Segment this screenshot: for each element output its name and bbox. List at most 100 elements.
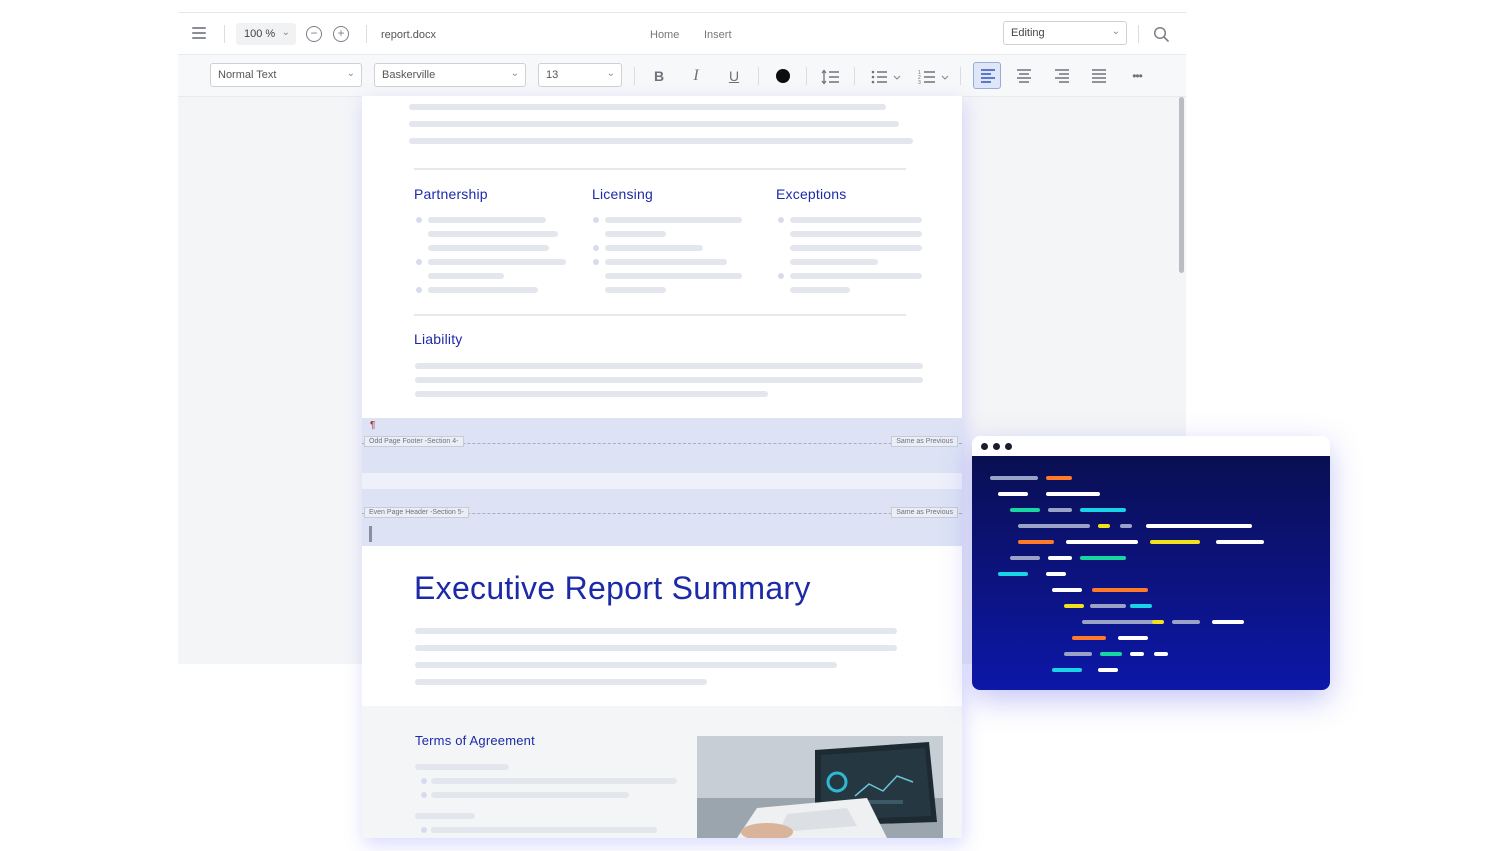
heading-exceptions: Exceptions bbox=[776, 186, 847, 202]
text-placeholder bbox=[409, 121, 899, 127]
more-options-icon[interactable]: ••• bbox=[1126, 66, 1148, 86]
text-placeholder bbox=[415, 813, 475, 819]
bullet bbox=[593, 217, 599, 223]
code-token bbox=[1046, 476, 1072, 480]
document-filename[interactable]: report.docx bbox=[381, 29, 436, 41]
justify-icon[interactable] bbox=[1090, 67, 1108, 85]
divider bbox=[224, 25, 225, 43]
top-bar: 100 % ⌄ − + report.docx Home Insert Edit… bbox=[178, 13, 1186, 55]
text-placeholder bbox=[415, 645, 897, 651]
paragraph-style-value: Normal Text bbox=[218, 69, 277, 81]
divider bbox=[414, 168, 906, 170]
paragraph-style-select[interactable]: Normal Text ⌄ bbox=[210, 63, 362, 87]
text-placeholder bbox=[605, 287, 666, 293]
code-editor-window bbox=[972, 436, 1330, 690]
code-token bbox=[1080, 508, 1126, 512]
text-placeholder bbox=[605, 231, 666, 237]
code-token bbox=[1118, 636, 1148, 640]
odd-page-footer-band[interactable]: ¶ Odd Page Footer -Section 4- Same as Pr… bbox=[362, 418, 962, 473]
search-icon[interactable] bbox=[1153, 26, 1169, 42]
even-page-header-band[interactable]: Even Page Header -Section 5- Same as Pre… bbox=[362, 489, 962, 546]
document-title: Executive Report Summary bbox=[414, 570, 811, 606]
text-placeholder bbox=[605, 259, 727, 265]
text-placeholder bbox=[790, 273, 922, 279]
code-token bbox=[998, 572, 1028, 576]
code-token bbox=[1018, 524, 1090, 528]
numbered-list-icon[interactable]: 1 2 3 bbox=[918, 69, 952, 85]
text-placeholder bbox=[428, 273, 504, 279]
bullet bbox=[778, 273, 784, 279]
minus-circle-icon[interactable]: − bbox=[306, 26, 322, 42]
tab-home[interactable]: Home bbox=[650, 29, 679, 41]
divider bbox=[414, 314, 906, 316]
paragraph-mark: ¶ bbox=[370, 420, 376, 431]
footer-section-label: Odd Page Footer -Section 4- bbox=[364, 436, 464, 447]
underline-button[interactable]: U bbox=[724, 66, 744, 86]
zoom-value: 100 % bbox=[244, 28, 276, 40]
window-dot-icon[interactable] bbox=[993, 443, 1000, 450]
vertical-scrollbar[interactable] bbox=[1179, 97, 1184, 273]
text-placeholder bbox=[790, 259, 878, 265]
text-cursor bbox=[369, 526, 372, 542]
bullet bbox=[416, 259, 422, 265]
text-placeholder bbox=[790, 217, 922, 223]
text-placeholder bbox=[415, 679, 707, 685]
tab-insert[interactable]: Insert bbox=[704, 29, 732, 41]
chevron-down-icon: ⌄ bbox=[346, 68, 355, 79]
bullet bbox=[416, 217, 422, 223]
font-size-select[interactable]: 13 ⌄ bbox=[538, 63, 622, 87]
heading-terms-of-agreement: Terms of Agreement bbox=[415, 733, 535, 748]
bullet bbox=[421, 827, 427, 833]
laptop-illustration bbox=[697, 736, 943, 838]
align-left-icon bbox=[981, 69, 995, 83]
divider bbox=[366, 25, 367, 43]
text-placeholder bbox=[428, 217, 546, 223]
heading-partnership: Partnership bbox=[414, 186, 488, 202]
mode-select[interactable]: Editing ⌄ bbox=[1003, 21, 1127, 45]
text-placeholder bbox=[431, 827, 657, 833]
bold-button[interactable]: B bbox=[649, 66, 669, 86]
chevron-down-icon: ⌄ bbox=[510, 68, 519, 79]
text-placeholder bbox=[428, 259, 566, 265]
text-placeholder bbox=[428, 287, 538, 293]
code-token bbox=[1048, 556, 1072, 560]
code-token bbox=[1072, 636, 1106, 640]
code-token bbox=[1010, 556, 1040, 560]
code-token bbox=[1082, 620, 1154, 624]
line-spacing-icon[interactable] bbox=[821, 69, 841, 85]
text-color-button[interactable] bbox=[776, 69, 790, 83]
code-token bbox=[1064, 652, 1092, 656]
code-token bbox=[1064, 604, 1084, 608]
text-placeholder bbox=[415, 764, 509, 770]
code-token bbox=[1092, 588, 1148, 592]
align-center-icon[interactable] bbox=[1015, 67, 1033, 85]
bullet-list-icon[interactable] bbox=[870, 69, 902, 85]
document-page[interactable]: Partnership Licensing Exceptions Liabili… bbox=[362, 96, 962, 838]
bullet bbox=[778, 217, 784, 223]
code-token bbox=[1010, 508, 1040, 512]
zoom-select[interactable]: 100 % ⌄ bbox=[236, 23, 296, 45]
window-dot-icon[interactable] bbox=[981, 443, 988, 450]
font-select[interactable]: Baskerville ⌄ bbox=[374, 63, 526, 87]
same-as-previous-tag[interactable]: Same as Previous bbox=[891, 507, 958, 518]
same-as-previous-tag[interactable]: Same as Previous bbox=[891, 436, 958, 447]
code-token bbox=[1090, 604, 1126, 608]
text-placeholder bbox=[431, 792, 629, 798]
code-token bbox=[998, 492, 1028, 496]
window-dot-icon[interactable] bbox=[1005, 443, 1012, 450]
align-left-button[interactable] bbox=[973, 62, 1001, 89]
divider bbox=[960, 67, 961, 85]
code-body bbox=[972, 456, 1330, 690]
divider bbox=[1138, 25, 1139, 43]
text-placeholder bbox=[790, 231, 922, 237]
align-right-icon[interactable] bbox=[1053, 67, 1071, 85]
italic-button[interactable]: I bbox=[686, 66, 706, 86]
code-token bbox=[1152, 620, 1164, 624]
bullet bbox=[593, 259, 599, 265]
code-token bbox=[1080, 556, 1126, 560]
code-token bbox=[1066, 540, 1138, 544]
plus-circle-icon[interactable]: + bbox=[333, 26, 349, 42]
chevron-down-icon: ⌄ bbox=[1111, 26, 1120, 37]
font-size-value: 13 bbox=[546, 69, 559, 81]
hamburger-icon[interactable] bbox=[192, 27, 206, 39]
